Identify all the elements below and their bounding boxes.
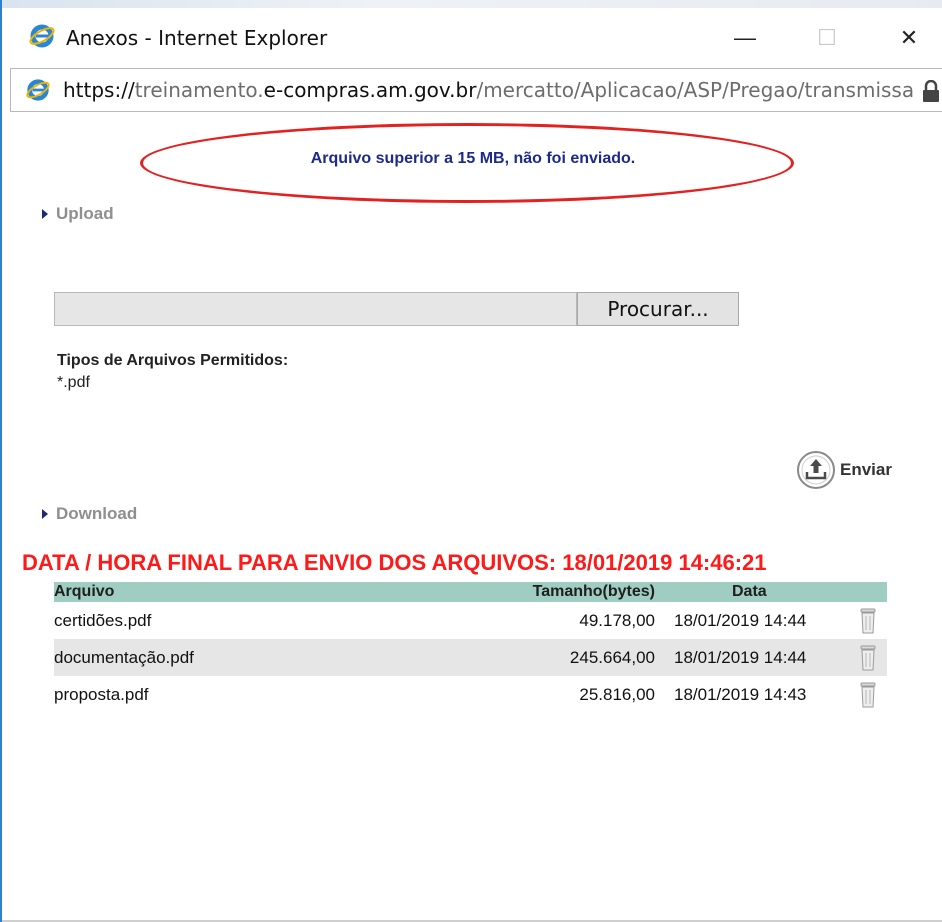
send-label: Enviar	[840, 460, 892, 479]
file-name-link[interactable]: certidões.pdf	[54, 602, 151, 639]
allowed-types-value: *.pdf	[57, 374, 90, 391]
url-subdomain: treinamento.	[134, 78, 264, 102]
deadline-banner: DATA / HORA FINAL PARA ENVIO DOS ARQUIVO…	[22, 550, 767, 575]
table-row: proposta.pdf 25.816,00 18/01/2019 14:43	[54, 676, 887, 713]
file-name-link[interactable]: documentação.pdf	[54, 639, 194, 676]
page-content: Arquivo superior a 15 MB, não foi enviad…	[2, 112, 942, 922]
ie-logo-icon	[26, 79, 50, 101]
maximize-button[interactable]: ☐	[804, 20, 850, 56]
upload-section-label: Upload	[56, 204, 114, 223]
url-path: /mercatto/Aplicacao/ASP/Pregao/transmiss…	[476, 78, 915, 102]
table-row: documentação.pdf 245.664,00 18/01/2019 1…	[54, 639, 887, 676]
download-section-toggle[interactable]: Download	[42, 504, 137, 524]
maximize-icon: ☐	[817, 25, 837, 50]
header-size: Tamanho(bytes)	[532, 583, 655, 600]
file-date: 18/01/2019 14:44	[674, 648, 807, 667]
browser-window: Anexos - Internet Explorer — ☐ ✕ https:/…	[0, 0, 942, 922]
minimize-button[interactable]: —	[722, 20, 768, 56]
address-bar[interactable]: https://treinamento.e-compras.am.gov.br/…	[10, 68, 942, 112]
ie-logo-icon	[29, 24, 55, 48]
window-title: Anexos - Internet Explorer	[66, 26, 328, 50]
file-path-input[interactable]	[54, 292, 577, 326]
table-header: Arquivo Tamanho(bytes) Data	[54, 582, 887, 602]
trash-icon[interactable]	[860, 682, 876, 708]
lock-icon[interactable]	[922, 80, 940, 102]
trash-icon[interactable]	[860, 645, 876, 671]
upload-icon	[797, 451, 835, 489]
files-table: Arquivo Tamanho(bytes) Data certidões.pd…	[54, 582, 887, 713]
triangle-right-icon	[42, 209, 48, 219]
trash-icon[interactable]	[860, 608, 876, 634]
close-icon: ✕	[899, 25, 919, 50]
triangle-right-icon	[42, 509, 48, 519]
url-text[interactable]: https://treinamento.e-compras.am.gov.br/…	[63, 78, 914, 102]
file-size: 25.816,00	[579, 685, 655, 704]
minimize-icon: —	[734, 25, 756, 50]
file-date: 18/01/2019 14:44	[674, 611, 807, 630]
download-section-label: Download	[56, 504, 138, 523]
title-bar: Anexos - Internet Explorer — ☐ ✕	[2, 8, 942, 68]
header-date: Data	[732, 583, 767, 600]
error-message: Arquivo superior a 15 MB, não foi enviad…	[310, 150, 636, 167]
allowed-types-title: Tipos de Arquivos Permitidos:	[57, 352, 289, 369]
upload-section-toggle[interactable]: Upload	[42, 204, 114, 224]
file-size: 245.664,00	[569, 648, 655, 667]
table-row: certidões.pdf 49.178,00 18/01/2019 14:44	[54, 602, 887, 639]
file-name-link[interactable]: proposta.pdf	[54, 676, 149, 713]
send-button[interactable]: Enviar	[796, 450, 892, 490]
url-domain: e-compras.am.gov.br	[263, 78, 477, 102]
close-button[interactable]: ✕	[886, 20, 932, 56]
taskbar-strip	[2, 0, 942, 8]
header-file: Arquivo	[54, 583, 115, 600]
file-size: 49.178,00	[579, 611, 655, 630]
url-scheme: https://	[63, 78, 135, 102]
file-date: 18/01/2019 14:43	[674, 685, 807, 704]
browse-button[interactable]: Procurar...	[577, 292, 739, 326]
